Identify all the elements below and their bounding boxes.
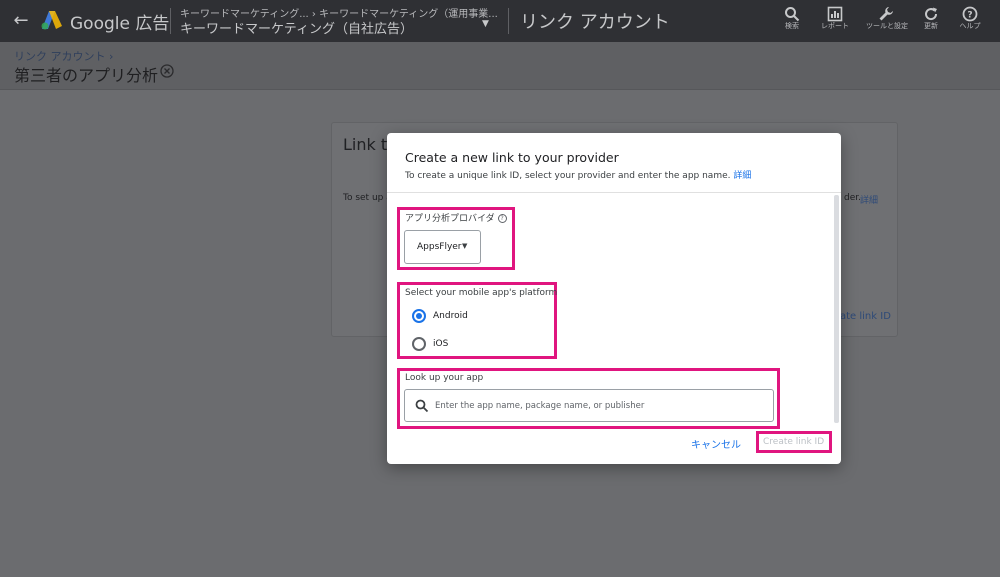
provider-select[interactable]: AppsFlyer ▼ xyxy=(404,230,481,264)
create-link-id-button[interactable]: Create link ID xyxy=(763,437,824,447)
create-link-dialog: Create a new link to your provider To cr… xyxy=(387,133,841,464)
dialog-title: Create a new link to your provider xyxy=(405,150,619,165)
refresh-icon xyxy=(925,7,938,21)
close-circle-icon[interactable] xyxy=(160,64,174,78)
provider-label-text: アプリ分析プロバイダ xyxy=(405,214,495,224)
section-title: リンク アカウント xyxy=(520,12,670,33)
help-button[interactable]: ? ヘルプ xyxy=(950,4,990,38)
refresh-button[interactable]: 更新 xyxy=(911,4,951,38)
report-icon xyxy=(827,6,843,22)
wrench-icon xyxy=(879,7,893,21)
lookup-label: Look up your app xyxy=(405,373,484,383)
card-create-link-id-button[interactable]: ate link ID xyxy=(840,311,891,322)
tool-label: レポート xyxy=(821,22,849,30)
app-search-field[interactable] xyxy=(404,389,774,422)
tool-label: 検索 xyxy=(785,22,799,30)
learn-more-link[interactable]: 詳細 xyxy=(733,171,751,181)
card-description-tail: der. xyxy=(844,193,861,203)
page-title: 第三者のアプリ分析 xyxy=(14,66,159,85)
tool-label: ヘルプ xyxy=(959,22,981,30)
dialog-description-text: To create a unique link ID, select your … xyxy=(405,171,734,181)
divider xyxy=(170,8,171,34)
dialog-divider xyxy=(387,192,841,193)
radio-ios-label[interactable]: iOS xyxy=(433,339,448,349)
help-icon[interactable]: ? xyxy=(497,214,507,223)
help-circle-icon: ? xyxy=(962,6,978,22)
provider-label: アプリ分析プロバイダ? xyxy=(405,211,507,224)
back-arrow-icon[interactable]: ← xyxy=(10,9,32,31)
dialog-scrollbar[interactable] xyxy=(834,195,839,423)
app-search-input[interactable] xyxy=(435,396,765,416)
search-icon xyxy=(785,7,800,22)
svg-text:?: ? xyxy=(967,11,972,21)
radio-android-label[interactable]: Android xyxy=(433,311,468,321)
search-tool-button[interactable]: 検索 xyxy=(772,4,812,38)
account-dropdown-caret-icon[interactable]: ▼ xyxy=(482,19,489,29)
product-name[interactable]: Google 広告 xyxy=(70,9,169,34)
top-app-bar: ← Google 広告 キーワードマーケティング... › キーワードマーケティ… xyxy=(0,0,1000,42)
radio-android[interactable] xyxy=(412,309,426,323)
radio-ios[interactable] xyxy=(412,337,426,351)
dropdown-caret-icon: ▼ xyxy=(462,242,468,250)
page-header: リンク アカウント › 第三者のアプリ分析 xyxy=(0,42,1000,90)
report-tool-button[interactable]: レポート xyxy=(815,4,855,38)
tools-settings-button[interactable]: ツールと設定 xyxy=(866,4,908,38)
card-learn-more-link[interactable]: 詳細 xyxy=(860,193,878,206)
cancel-button[interactable]: キャンセル xyxy=(691,436,741,451)
account-name[interactable]: キーワードマーケティング（自社広告） xyxy=(180,18,413,37)
provider-select-value: AppsFlyer xyxy=(417,242,462,252)
google-ads-logo xyxy=(41,11,62,30)
divider xyxy=(508,8,509,34)
search-icon xyxy=(415,399,429,413)
tool-label: ツールと設定 xyxy=(866,22,908,30)
card-description: To set up a xyxy=(343,193,392,203)
platform-label: Select your mobile app's platform xyxy=(405,288,558,298)
tool-label: 更新 xyxy=(924,22,938,30)
dialog-description: To create a unique link ID, select your … xyxy=(405,168,751,181)
